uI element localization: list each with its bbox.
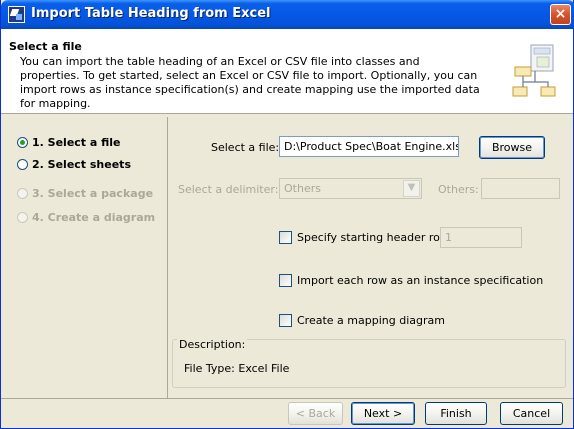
page-title: Select a file — [9, 40, 82, 53]
table-import-icon — [512, 44, 556, 97]
file-path-field[interactable]: D:\Product Spec\Boat Engine.xls — [279, 136, 459, 157]
wizard-content: Select a file: D:\Product Spec\Boat Engi… — [168, 123, 568, 396]
import-dialog: Import Table Heading from Excel × Select… — [0, 0, 574, 429]
others-label: Others: — [438, 183, 479, 196]
others-field — [481, 178, 560, 199]
back-button: < Back — [288, 402, 343, 425]
step-label: 2. Select sheets — [32, 157, 131, 171]
header-row-label: Specify starting header row — [297, 230, 449, 244]
mapping-diagram-option[interactable]: Create a mapping diagram — [279, 312, 445, 328]
description-title: Description: — [177, 338, 248, 351]
mapping-label: Create a mapping diagram — [297, 313, 445, 327]
import-rows-label: Import each row as an instance specifica… — [297, 273, 544, 287]
step-select-sheets[interactable]: 2. Select sheets — [17, 155, 131, 173]
delimiter-label: Select a delimiter: — [178, 183, 279, 196]
cancel-button[interactable]: Cancel — [500, 402, 563, 425]
step-create-diagram: 4. Create a diagram — [17, 208, 155, 226]
step-select-package: 3. Select a package — [17, 184, 153, 202]
page-description: You can import the table heading of an E… — [20, 55, 480, 110]
wizard-steps: 1. Select a file 2. Select sheets 3. Sel… — [9, 123, 167, 396]
step-label: 1. Select a file — [32, 135, 121, 149]
import-rows-option[interactable]: Import each row as an instance specifica… — [279, 272, 543, 288]
wizard-header: Select a file You can import the table h… — [1, 29, 573, 114]
next-button[interactable]: Next > — [351, 402, 415, 425]
checkbox[interactable] — [279, 273, 292, 287]
description-text: File Type: Excel File — [184, 362, 290, 375]
delimiter-value: Others — [284, 182, 321, 195]
step-label: 3. Select a package — [32, 186, 154, 200]
radio-icon — [17, 158, 28, 170]
browse-button[interactable]: Browse — [479, 136, 545, 159]
header-row-option[interactable]: Specify starting header row — [279, 229, 449, 245]
chevron-down-icon: ▼ — [403, 180, 420, 197]
delimiter-select: Others ▼ — [279, 178, 422, 199]
header-row-field: 1 — [440, 227, 522, 248]
window-title: Import Table Heading from Excel — [31, 6, 271, 21]
close-icon[interactable]: × — [550, 4, 571, 25]
file-label: Select a file: — [211, 141, 280, 154]
checkbox[interactable] — [279, 313, 292, 327]
app-icon — [8, 6, 25, 23]
step-select-file[interactable]: 1. Select a file — [17, 133, 121, 151]
radio-selected-icon — [17, 136, 28, 148]
checkbox[interactable] — [279, 230, 292, 244]
radio-disabled-icon — [17, 187, 28, 199]
radio-disabled-icon — [17, 211, 28, 223]
step-label: 4. Create a diagram — [32, 210, 156, 224]
title-bar[interactable]: Import Table Heading from Excel × — [1, 0, 574, 29]
finish-button[interactable]: Finish — [425, 402, 487, 425]
footer-divider — [1, 398, 573, 399]
